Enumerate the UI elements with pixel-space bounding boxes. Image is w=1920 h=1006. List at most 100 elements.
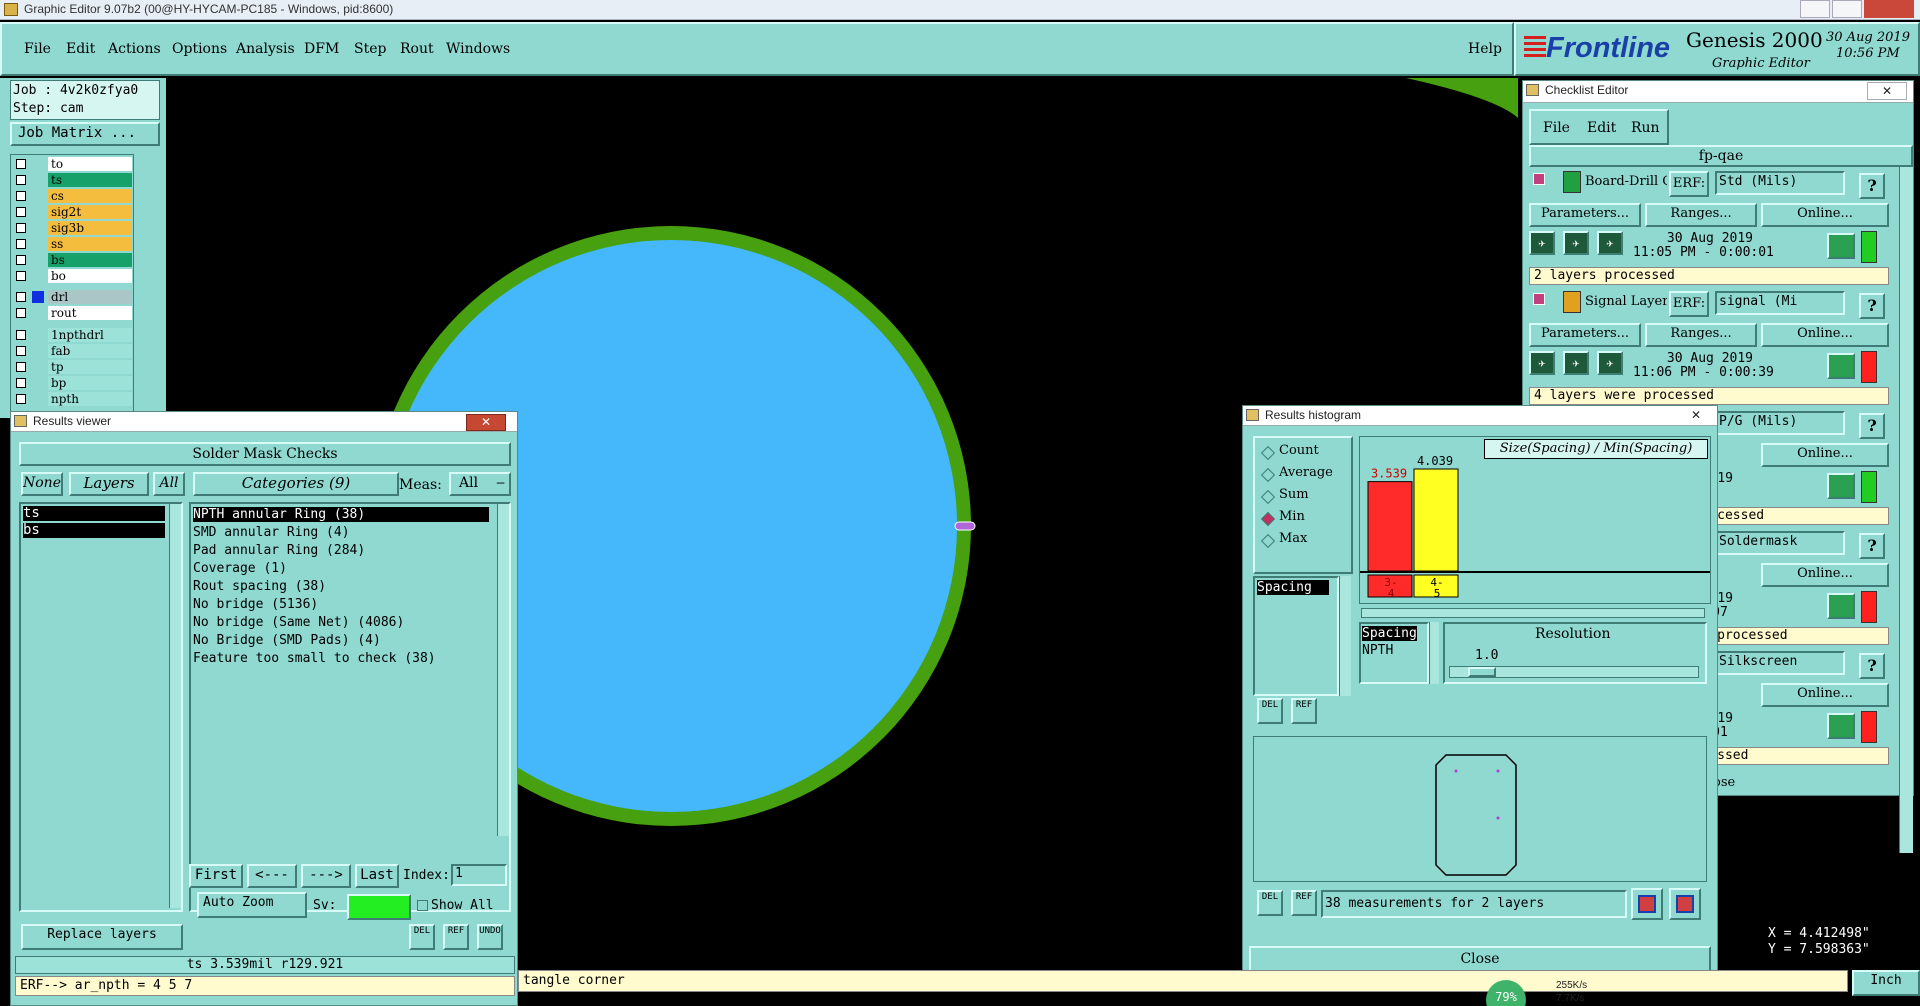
layer-checkbox[interactable] [16, 362, 26, 372]
layer-name[interactable]: to [48, 157, 132, 171]
menu-help[interactable]: Help [1468, 41, 1502, 57]
layer-name[interactable]: sig3b [48, 221, 132, 235]
layer-name[interactable]: bo [48, 269, 132, 283]
histogram-ref-left-button[interactable]: REF [1291, 698, 1317, 724]
help-button[interactable]: ? [1859, 533, 1885, 559]
histogram-right-list[interactable]: Spacing NPTH [1359, 622, 1429, 684]
category-item[interactable]: Coverage (1) [193, 561, 489, 576]
ranges-button[interactable]: Ranges... [1645, 323, 1757, 347]
layer-row[interactable]: cs [12, 189, 132, 204]
online-button[interactable]: Online... [1761, 203, 1889, 227]
mode-radio[interactable] [1260, 445, 1276, 461]
menu-edit[interactable]: Edit [66, 41, 95, 57]
categories-button[interactable]: Categories (9) [193, 472, 399, 496]
layer-row[interactable]: rout [12, 306, 132, 321]
menu-actions[interactable]: Actions [108, 41, 161, 57]
check-name[interactable]: Board-Drill Che [1585, 174, 1667, 189]
all-layers-button[interactable]: All [153, 472, 185, 496]
zoom-fit-icon[interactable] [1631, 888, 1663, 920]
category-item[interactable]: NPTH annular Ring (38) [193, 507, 489, 522]
layer-checkbox[interactable] [16, 394, 26, 404]
show-all-checkbox[interactable] [417, 900, 428, 911]
layer-name[interactable]: ts [48, 173, 132, 187]
checklist-menu-run[interactable]: Run [1631, 120, 1660, 136]
layer-checkbox[interactable] [16, 239, 26, 249]
list-item[interactable]: bs [23, 523, 165, 538]
histogram-close-x-button[interactable]: ✕ [1681, 406, 1711, 424]
resolution-slider[interactable] [1449, 666, 1699, 678]
layer-name[interactable]: bp [48, 376, 132, 390]
layer-checkbox[interactable] [16, 175, 26, 185]
layer-name[interactable]: 1npthdrl [48, 328, 132, 342]
online-button[interactable]: Online... [1761, 683, 1889, 707]
first-button[interactable]: First [189, 864, 243, 888]
layer-checkbox[interactable] [16, 346, 26, 356]
layer-name[interactable]: ss [48, 237, 132, 251]
histogram-bar[interactable] [1367, 481, 1413, 572]
parameters-button[interactable]: Parameters... [1529, 203, 1641, 227]
zoom-results-icon[interactable] [1827, 473, 1855, 499]
zoom-area-icon[interactable] [1669, 888, 1701, 920]
maximize-button[interactable] [1832, 0, 1862, 18]
help-button[interactable]: ? [1859, 653, 1885, 679]
check-param-field[interactable]: signal (Mi [1715, 291, 1845, 315]
categories-scrollbar[interactable] [497, 504, 509, 836]
zoom-results-icon[interactable] [1827, 713, 1855, 739]
check-param-field[interactable]: Soldermask [1715, 531, 1845, 555]
check-name[interactable]: Signal Layer Ch [1585, 294, 1667, 309]
check-enable-checkbox[interactable] [1533, 173, 1545, 185]
none-button[interactable]: None [21, 472, 63, 496]
category-item[interactable]: No bridge (Same Net) (4086) [193, 615, 489, 630]
histogram-left-list[interactable]: Spacing [1253, 576, 1339, 696]
undo-button[interactable]: UNDO [477, 924, 503, 950]
menu-step[interactable]: Step [354, 41, 386, 57]
layer-listbox[interactable]: ts bs [19, 502, 183, 912]
layer-row[interactable]: sig2t [12, 205, 132, 220]
check-enable-checkbox[interactable] [1533, 293, 1545, 305]
histogram-ref-button[interactable]: REF [1291, 890, 1317, 916]
layer-row[interactable]: npth [12, 392, 132, 407]
category-item[interactable]: No Bridge (SMD Pads) (4) [193, 633, 489, 648]
sv-color-dropdown[interactable] [347, 894, 411, 920]
layer-row[interactable]: drl [12, 290, 132, 305]
layer-name[interactable]: rout [48, 306, 132, 320]
layer-row[interactable]: tp [12, 360, 132, 375]
layer-row[interactable]: sig3b [12, 221, 132, 236]
zoom-results-icon[interactable] [1827, 233, 1855, 259]
menu-windows[interactable]: Windows [446, 41, 510, 57]
next-button[interactable]: ---> [301, 864, 351, 888]
checklist-scrollbar[interactable] [1899, 167, 1913, 853]
mode-label[interactable]: Min [1279, 509, 1305, 524]
left-list-scrollbar[interactable] [1339, 576, 1351, 696]
layer-row[interactable]: bs [12, 253, 132, 268]
layer-checkbox[interactable] [16, 271, 26, 281]
erf-button[interactable]: ERF: [1669, 171, 1709, 197]
prev-button[interactable]: <--- [247, 864, 297, 888]
help-button[interactable]: ? [1859, 173, 1885, 199]
checklist-close-button[interactable]: ✕ [1867, 82, 1907, 100]
layer-row[interactable]: bo [12, 269, 132, 284]
histogram-close-button[interactable]: Close [1249, 946, 1711, 972]
run-action-icon[interactable]: ✈ [1597, 231, 1623, 255]
ref-button[interactable]: REF [443, 924, 469, 950]
menu-rout[interactable]: Rout [400, 41, 434, 57]
mode-radio[interactable] [1260, 467, 1276, 483]
mode-label[interactable]: Max [1279, 531, 1307, 546]
category-item[interactable]: No bridge (5136) [193, 597, 489, 612]
run-action-icon[interactable]: ✈ [1597, 351, 1623, 375]
histogram-del-button[interactable]: DEL [1257, 890, 1283, 916]
erf-button[interactable]: ERF: [1669, 291, 1709, 317]
close-window-button[interactable] [1864, 0, 1914, 18]
checklist-menu-file[interactable]: File [1543, 120, 1570, 136]
menu-file[interactable]: File [24, 41, 51, 57]
category-item[interactable]: Pad annular Ring (284) [193, 543, 489, 558]
check-param-field[interactable]: P/G (Mils) [1715, 411, 1845, 435]
right-list-scrollbar[interactable] [1429, 622, 1439, 684]
resolution-slider-thumb[interactable] [1468, 667, 1496, 677]
category-item[interactable]: Rout spacing (38) [193, 579, 489, 594]
menu-options[interactable]: Options [172, 41, 227, 57]
mode-label[interactable]: Average [1279, 465, 1333, 480]
units-dropdown[interactable]: Inch [1852, 970, 1920, 996]
meas-dropdown[interactable]: All ‒ [449, 472, 511, 496]
menu-dfm[interactable]: DFM [304, 41, 339, 57]
